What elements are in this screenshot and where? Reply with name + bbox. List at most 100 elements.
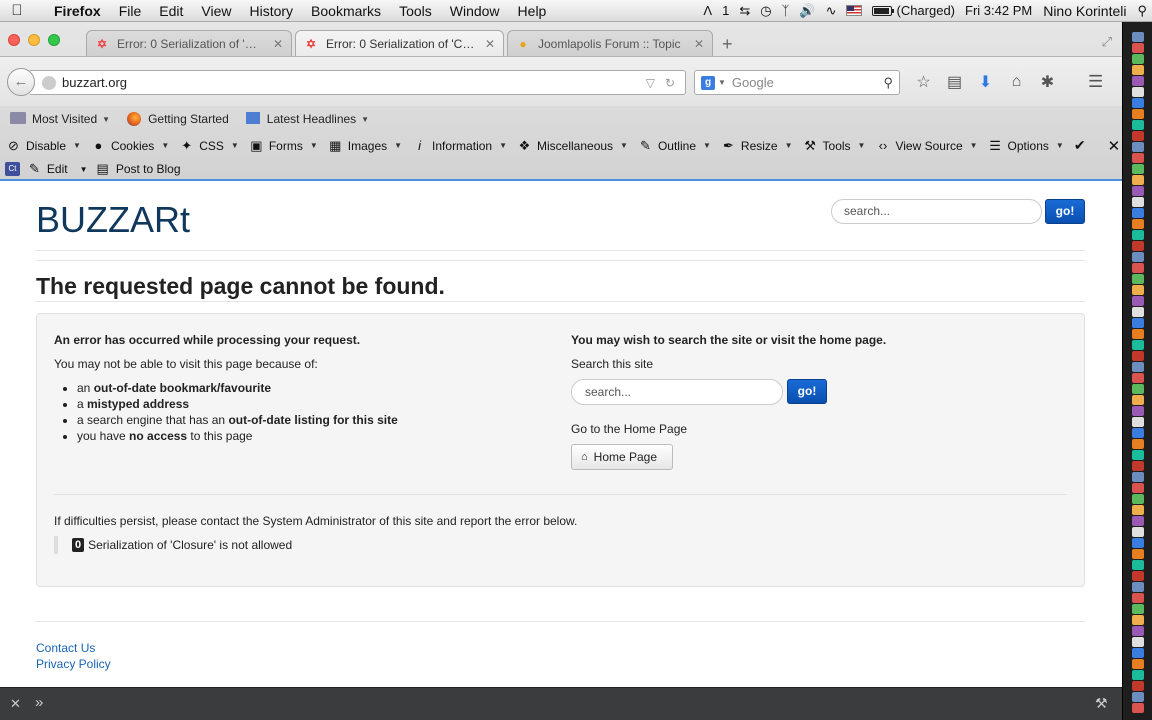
menu-help[interactable]: Help <box>509 3 556 19</box>
dev-forms[interactable]: ▣ Forms ▼ <box>249 138 322 154</box>
minimize-window-button[interactable] <box>28 34 40 46</box>
chevron-down-icon[interactable]: ▼ <box>718 78 726 87</box>
ct-icon[interactable]: Ct <box>5 162 20 176</box>
dock-app-icon[interactable] <box>1132 637 1144 647</box>
dock-app-icon[interactable] <box>1132 681 1144 691</box>
search-icon[interactable]: ⚲ <box>883 75 893 91</box>
close-window-button[interactable] <box>8 34 20 46</box>
dock-app-icon[interactable] <box>1132 461 1144 471</box>
dock-app-icon[interactable] <box>1132 263 1144 273</box>
flag-icon[interactable] <box>841 5 867 16</box>
dock-app-icon[interactable] <box>1132 373 1144 383</box>
dock-app-icon[interactable] <box>1132 120 1144 130</box>
blog-post[interactable]: ▤ Post to Blog <box>97 161 181 177</box>
search-placeholder[interactable]: Google <box>732 75 884 90</box>
dock-app-icon[interactable] <box>1132 252 1144 262</box>
bluetooth-icon[interactable]: ᛉ <box>777 3 795 18</box>
menu-icon[interactable]: ☰ <box>1088 72 1103 92</box>
time-machine-icon[interactable]: ◷ <box>755 3 776 19</box>
site-search-input[interactable]: search... <box>571 379 783 405</box>
site-title[interactable]: BUZZARt <box>36 199 190 241</box>
dock-app-icon[interactable] <box>1132 230 1144 240</box>
dock-app-icon[interactable] <box>1132 307 1144 317</box>
dock-app-icon[interactable] <box>1132 560 1144 570</box>
back-button[interactable]: ← <box>7 68 35 96</box>
dock-app-icon[interactable] <box>1132 670 1144 680</box>
dock-app-icon[interactable] <box>1132 648 1144 658</box>
fullscreen-icon[interactable]: ⤢ <box>1102 34 1112 50</box>
dock-app-icon[interactable] <box>1132 538 1144 548</box>
dock-app-icon[interactable] <box>1132 362 1144 372</box>
close-toolbar-icon[interactable]: ✕ <box>1108 137 1121 155</box>
dock-app-icon[interactable] <box>1132 186 1144 196</box>
dock-app-icon[interactable] <box>1132 604 1144 614</box>
header-search-input[interactable]: search... <box>831 199 1042 224</box>
addon-icon[interactable]: ✱ <box>1032 72 1063 92</box>
clock[interactable]: Fri 3:42 PM <box>960 3 1037 18</box>
dock-app-icon[interactable] <box>1132 428 1144 438</box>
dock-app-icon[interactable] <box>1132 384 1144 394</box>
close-tab-icon[interactable]: ✕ <box>273 37 283 51</box>
dock-app-icon[interactable] <box>1132 142 1144 152</box>
new-tab-icon[interactable]: + <box>722 34 733 55</box>
dev-information[interactable]: i Information ▼ <box>412 138 511 153</box>
dev-disable[interactable]: ⊘ Disable ▼ <box>6 138 85 154</box>
site-search-go-button[interactable]: go! <box>787 379 827 404</box>
download-icon[interactable]: ⬇ <box>970 72 1001 92</box>
dock-app-icon[interactable] <box>1132 340 1144 350</box>
dock-app-icon[interactable] <box>1132 439 1144 449</box>
dock-app-icon[interactable] <box>1132 450 1144 460</box>
dock-app-icon[interactable] <box>1132 472 1144 482</box>
dev-view-source[interactable]: ‹› View Source ▼ <box>875 138 981 153</box>
dock-app-icon[interactable] <box>1132 483 1144 493</box>
sync-icon[interactable]: ⇆ <box>734 3 755 19</box>
dev-tools[interactable]: ⚒ Tools ▼ <box>803 138 870 154</box>
dock-app-icon[interactable] <box>1132 274 1144 284</box>
dock-app-icon[interactable] <box>1132 505 1144 515</box>
adobe-icon[interactable]: Λ <box>698 3 717 18</box>
dock-app-icon[interactable] <box>1132 208 1144 218</box>
dock-app-icon[interactable] <box>1132 54 1144 64</box>
dock-app-icon[interactable] <box>1132 527 1144 537</box>
dock-app-icon[interactable] <box>1132 549 1144 559</box>
tab-joomlapolis[interactable]: ● Joomlapolis Forum :: Topic ✕ <box>507 30 713 56</box>
chevron-right-icon[interactable]: » <box>35 694 43 711</box>
dock-app-icon[interactable] <box>1132 153 1144 163</box>
dock-app-icon[interactable] <box>1132 109 1144 119</box>
dock-app-icon[interactable] <box>1132 395 1144 405</box>
dev-css[interactable]: ✦ CSS ▼ <box>179 138 243 154</box>
privacy-policy-link[interactable]: Privacy Policy <box>36 657 111 671</box>
close-icon[interactable]: ✕ <box>10 696 21 712</box>
dev-resize[interactable]: ✒ Resize ▼ <box>721 138 797 154</box>
dock-app-icon[interactable] <box>1132 659 1144 669</box>
search-bar[interactable]: g ▼ Google ⚲ <box>694 70 900 95</box>
dock-app-icon[interactable] <box>1132 131 1144 141</box>
bookmark-getting-started[interactable]: Getting Started <box>126 112 229 126</box>
tab-error-1[interactable]: ✡ Error: 0 Serialization of 'Closure' is… <box>86 30 292 56</box>
dock-app-icon[interactable] <box>1132 285 1144 295</box>
menu-bookmarks[interactable]: Bookmarks <box>302 3 390 19</box>
contact-us-link[interactable]: Contact Us <box>36 641 95 655</box>
dock-app-icon[interactable] <box>1132 164 1144 174</box>
menu-window[interactable]: Window <box>441 3 509 19</box>
history-dropdown-icon[interactable]: ▽ <box>646 76 655 90</box>
dock-app-icon[interactable] <box>1132 296 1144 306</box>
checkmark-icon[interactable]: ✔ <box>1074 137 1086 154</box>
dock-app-icon[interactable] <box>1132 32 1144 42</box>
dock-app-icon[interactable] <box>1132 87 1144 97</box>
dev-cookies[interactable]: ● Cookies ▼ <box>91 138 173 153</box>
dock-app-icon[interactable] <box>1132 593 1144 603</box>
home-icon[interactable]: ⌂ <box>1001 73 1032 91</box>
dock-app-icon[interactable] <box>1132 582 1144 592</box>
bookmark-star-icon[interactable]: ☆ <box>908 72 939 92</box>
dock-app-icon[interactable] <box>1132 406 1144 416</box>
bookmark-latest-headlines[interactable]: Latest Headlines ▼ <box>245 112 369 126</box>
menu-app-name[interactable]: Firefox <box>34 3 110 19</box>
spotlight-icon[interactable]: ⚲ <box>1132 3 1152 19</box>
blog-edit[interactable]: ✎ Edit ▼ <box>29 161 93 177</box>
dock-app-icon[interactable] <box>1132 615 1144 625</box>
dock-app-icon[interactable] <box>1132 241 1144 251</box>
dock-app-icon[interactable] <box>1132 219 1144 229</box>
dock-app-icon[interactable] <box>1132 175 1144 185</box>
dock-app-icon[interactable] <box>1132 76 1144 86</box>
